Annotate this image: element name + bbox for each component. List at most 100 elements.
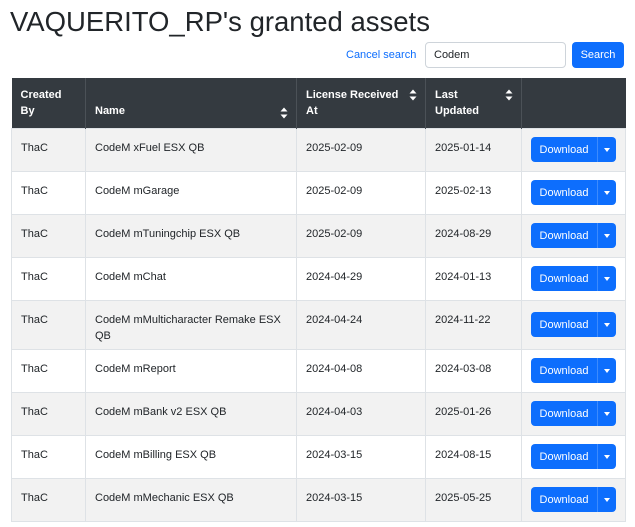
cell-actions: Download bbox=[521, 299, 626, 350]
sort-arrows-icon[interactable] bbox=[280, 107, 288, 119]
cell-actions: Download bbox=[521, 348, 626, 393]
search-button[interactable]: Search bbox=[572, 42, 624, 68]
download-dropdown-toggle[interactable] bbox=[597, 358, 616, 383]
column-name-label: Name bbox=[95, 104, 125, 117]
column-license-received-at[interactable]: License Received At bbox=[296, 78, 426, 128]
cell-license-received-at: 2024-04-29 bbox=[296, 256, 426, 301]
download-button[interactable]: Download bbox=[531, 487, 597, 512]
cell-name: CodeM mMulticharacter Remake ESX QB bbox=[85, 299, 297, 350]
cell-created-by: ThaC bbox=[11, 170, 86, 215]
download-split-button: Download bbox=[531, 137, 616, 162]
caret-down-icon bbox=[604, 454, 610, 459]
caret-down-icon bbox=[604, 368, 610, 373]
table-row: ThaC CodeM mMulticharacter Remake ESX QB 2… bbox=[11, 299, 626, 350]
cell-license-received-at: 2025-02-09 bbox=[296, 127, 426, 172]
sort-arrows-icon[interactable] bbox=[505, 89, 513, 101]
download-button[interactable]: Download bbox=[531, 223, 597, 248]
cell-license-received-at: 2024-03-15 bbox=[296, 434, 426, 479]
cell-last-updated: 2024-11-22 bbox=[425, 299, 522, 350]
cell-name: CodeM xFuel ESX QB bbox=[85, 127, 297, 172]
caret-down-icon bbox=[604, 276, 610, 281]
search-input[interactable] bbox=[425, 42, 566, 68]
cell-created-by: ThaC bbox=[11, 477, 86, 522]
cell-created-by: ThaC bbox=[11, 256, 86, 301]
download-dropdown-toggle[interactable] bbox=[597, 444, 616, 469]
cell-name: CodeM mBank v2 ESX QB bbox=[85, 391, 297, 436]
download-dropdown-toggle[interactable] bbox=[597, 312, 616, 337]
cell-actions: Download bbox=[521, 477, 626, 522]
cell-created-by: ThaC bbox=[11, 127, 86, 172]
download-button[interactable]: Download bbox=[531, 358, 597, 383]
download-button[interactable]: Download bbox=[531, 444, 597, 469]
table-row: ThaC CodeM mTuningchip ESX QB 2025-02-09 20… bbox=[11, 213, 626, 258]
download-dropdown-toggle[interactable] bbox=[597, 137, 616, 162]
cell-last-updated: 2024-08-15 bbox=[425, 434, 522, 479]
cell-name: CodeM mGarage bbox=[85, 170, 297, 215]
cancel-search-link[interactable]: Cancel search bbox=[346, 48, 416, 62]
download-split-button: Download bbox=[531, 444, 616, 469]
cell-name: CodeM mChat bbox=[85, 256, 297, 301]
column-actions bbox=[522, 78, 626, 128]
download-split-button: Download bbox=[531, 223, 616, 248]
download-button[interactable]: Download bbox=[531, 312, 597, 337]
caret-down-icon bbox=[604, 147, 610, 152]
column-license-received-at-label: License Received At bbox=[306, 88, 399, 117]
caret-down-icon bbox=[604, 322, 610, 327]
download-dropdown-toggle[interactable] bbox=[597, 266, 616, 291]
cell-last-updated: 2024-08-29 bbox=[425, 213, 522, 258]
cell-actions: Download bbox=[521, 391, 626, 436]
download-split-button: Download bbox=[531, 358, 616, 383]
download-button[interactable]: Download bbox=[531, 266, 597, 291]
table-row: ThaC CodeM mGarage 2025-02-09 2025-02-13 Dow… bbox=[11, 170, 626, 215]
cell-last-updated: 2024-03-08 bbox=[425, 348, 522, 393]
cell-license-received-at: 2025-02-09 bbox=[296, 213, 426, 258]
cell-license-received-at: 2024-04-24 bbox=[296, 299, 426, 350]
cell-created-by: ThaC bbox=[11, 348, 86, 393]
table-row: ThaC CodeM mReport 2024-04-08 2024-03-08 Dow… bbox=[11, 348, 626, 393]
caret-down-icon bbox=[604, 233, 610, 238]
table-row: ThaC CodeM mBilling ESX QB 2024-03-15 2024-… bbox=[11, 434, 626, 479]
search-bar: Cancel search Search bbox=[0, 42, 635, 68]
cell-created-by: ThaC bbox=[11, 391, 86, 436]
cell-name: CodeM mReport bbox=[85, 348, 297, 393]
table-header: Created By Name License Received At Last… bbox=[11, 78, 626, 128]
download-button[interactable]: Download bbox=[531, 137, 597, 162]
cell-actions: Download bbox=[521, 213, 626, 258]
cell-license-received-at: 2024-04-08 bbox=[296, 348, 426, 393]
cell-name: CodeM mMechanic ESX QB bbox=[85, 477, 297, 522]
cell-created-by: ThaC bbox=[11, 299, 86, 350]
cell-actions: Download bbox=[521, 256, 626, 301]
cell-created-by: ThaC bbox=[11, 434, 86, 479]
cell-actions: Download bbox=[521, 170, 626, 215]
download-dropdown-toggle[interactable] bbox=[597, 223, 616, 248]
sort-arrows-icon[interactable] bbox=[409, 89, 417, 101]
cell-last-updated: 2024-01-13 bbox=[425, 256, 522, 301]
download-split-button: Download bbox=[531, 487, 616, 512]
download-dropdown-toggle[interactable] bbox=[597, 401, 616, 426]
table-row: ThaC CodeM mBank v2 ESX QB 2024-04-03 2025-… bbox=[11, 391, 626, 436]
caret-down-icon bbox=[604, 190, 610, 195]
download-dropdown-toggle[interactable] bbox=[597, 180, 616, 205]
column-last-updated-label: Last Updated bbox=[435, 88, 479, 117]
download-dropdown-toggle[interactable] bbox=[597, 487, 616, 512]
download-split-button: Download bbox=[531, 180, 616, 205]
download-split-button: Download bbox=[531, 266, 616, 291]
column-name[interactable]: Name bbox=[85, 78, 297, 128]
download-split-button: Download bbox=[531, 401, 616, 426]
cell-actions: Download bbox=[521, 434, 626, 479]
cell-license-received-at: 2024-04-03 bbox=[296, 391, 426, 436]
download-split-button: Download bbox=[531, 312, 616, 337]
cell-name: CodeM mTuningchip ESX QB bbox=[85, 213, 297, 258]
column-created-by-label: Created By bbox=[20, 88, 62, 117]
page-title: VAQUERITO_RP's granted assets bbox=[10, 6, 430, 37]
download-button[interactable]: Download bbox=[531, 401, 597, 426]
table-row: ThaC CodeM xFuel ESX QB 2025-02-09 2025-01-… bbox=[11, 127, 626, 172]
table-body: ThaC CodeM xFuel ESX QB 2025-02-09 2025-01-… bbox=[11, 127, 626, 522]
cell-created-by: ThaC bbox=[11, 213, 86, 258]
caret-down-icon bbox=[604, 497, 610, 502]
download-button[interactable]: Download bbox=[531, 180, 597, 205]
column-last-updated[interactable]: Last Updated bbox=[425, 78, 522, 128]
cell-last-updated: 2025-01-26 bbox=[425, 391, 522, 436]
cell-last-updated: 2025-01-14 bbox=[425, 127, 522, 172]
caret-down-icon bbox=[604, 411, 610, 416]
